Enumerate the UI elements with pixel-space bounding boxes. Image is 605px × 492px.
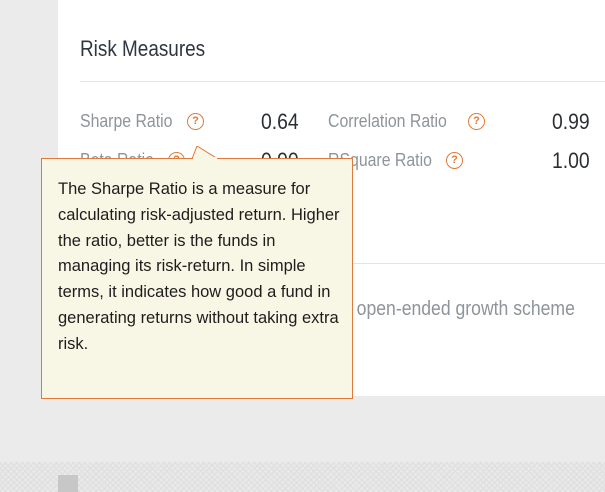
correlation-ratio-label: Correlation Ratio — [328, 111, 447, 131]
sharpe-ratio-value: 0.64 — [261, 109, 299, 134]
divider — [80, 81, 605, 82]
sharpe-ratio-help-icon[interactable]: ? — [187, 113, 204, 130]
rsquare-ratio-help-icon[interactable]: ? — [446, 152, 463, 169]
tooltip-text: The Sharpe Ratio is a measure for calcul… — [58, 180, 340, 353]
page-background — [58, 396, 605, 462]
scroll-handle[interactable] — [58, 475, 78, 492]
sharpe-ratio-label: Sharpe Ratio — [80, 111, 173, 131]
tooltip-pointer-mask — [193, 157, 217, 160]
footer-pattern — [0, 462, 605, 492]
correlation-ratio-help-icon[interactable]: ? — [468, 113, 485, 130]
scheme-description: n open-ended growth scheme — [342, 298, 575, 320]
rsquare-ratio-value: 1.00 — [552, 148, 590, 173]
correlation-ratio-value: 0.99 — [552, 109, 590, 134]
section-title: Risk Measures — [80, 36, 206, 61]
sharpe-ratio-tooltip: The Sharpe Ratio is a measure for calcul… — [41, 158, 353, 399]
